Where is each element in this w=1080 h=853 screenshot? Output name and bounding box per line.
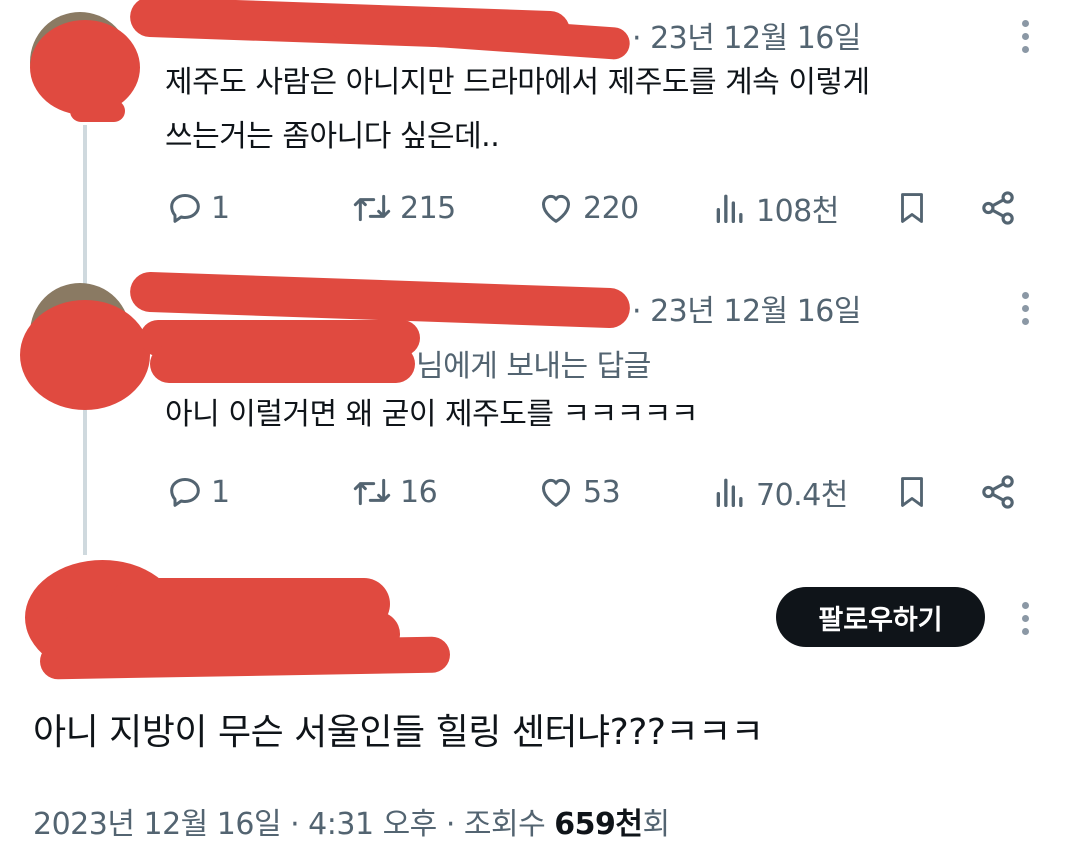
views-count: 108천 <box>756 194 839 229</box>
thread-line <box>83 395 87 555</box>
views-count: 70.4천 <box>756 478 848 513</box>
like-icon <box>535 188 577 228</box>
redaction-mark <box>70 100 125 122</box>
views-button[interactable]: 108천 <box>710 183 839 233</box>
repost-icon <box>350 472 394 512</box>
more-icon[interactable] <box>1022 20 1030 59</box>
reply-count: 1 <box>211 190 230 226</box>
views-button[interactable]: 70.4천 <box>710 467 848 517</box>
like-icon <box>535 472 577 512</box>
repost-count: 16 <box>400 474 438 510</box>
reply-icon <box>165 188 205 228</box>
views-icon <box>710 472 750 512</box>
share-button[interactable] <box>977 183 1019 233</box>
reply-text-line: 쓰는거는 좀아니다 싶은데.. <box>165 119 500 154</box>
like-count: 220 <box>583 190 639 226</box>
view-count: 659천 <box>554 807 643 842</box>
views-icon <box>710 188 750 228</box>
post-meta: 2023년 12월 16일 · 4:31 오후 · 조회수 659천회 <box>33 799 670 843</box>
reply-text-line: 아니 이럴거면 왜 굳이 제주도를 ㅋㅋㅋㅋㅋ <box>165 397 698 432</box>
reply-text-line: 제주도 사람은 아니지만 드라마에서 제주도를 계속 이렇게 <box>165 65 870 100</box>
repost-icon <box>350 188 394 228</box>
reply-date[interactable]: · 23년 12월 16일 <box>632 13 861 57</box>
post-text: 아니 지방이 무슨 서울인들 힐링 센터냐???ㅋㅋㅋ <box>33 712 764 753</box>
like-count: 53 <box>583 474 621 510</box>
reply-button[interactable]: 1 <box>165 183 230 233</box>
repost-button[interactable]: 215 <box>350 183 456 233</box>
redaction-mark <box>39 636 451 680</box>
repost-button[interactable]: 16 <box>350 467 438 517</box>
reply-icon <box>165 472 205 512</box>
more-icon[interactable] <box>1022 292 1030 331</box>
bookmark-icon <box>893 187 931 229</box>
reply-date[interactable]: · 23년 12월 16일 <box>632 286 861 330</box>
bookmark-button[interactable] <box>893 467 931 517</box>
reply-button[interactable]: 1 <box>165 467 230 517</box>
redaction-mark <box>20 300 150 410</box>
action-bar: 1 215 220 108천 <box>165 183 1025 233</box>
share-button[interactable] <box>977 467 1019 517</box>
bookmark-icon <box>893 471 931 513</box>
redaction-mark <box>150 345 415 383</box>
share-icon <box>977 187 1019 229</box>
repost-count: 215 <box>400 190 456 226</box>
like-button[interactable]: 220 <box>535 183 639 233</box>
more-icon[interactable] <box>1022 602 1030 641</box>
share-icon <box>977 471 1019 513</box>
follow-button[interactable]: 팔로우하기 <box>776 587 985 647</box>
like-button[interactable]: 53 <box>535 467 621 517</box>
reply-to-label[interactable]: 님에게 보내는 답글 <box>416 341 651 385</box>
reply-count: 1 <box>211 474 230 510</box>
action-bar: 1 16 53 70.4천 <box>165 467 1025 517</box>
bookmark-button[interactable] <box>893 183 931 233</box>
post-timestamp[interactable]: 2023년 12월 16일 · 4:31 오후 · 조회수 <box>33 807 554 842</box>
view-count-suffix: 회 <box>642 807 670 842</box>
thread-line <box>83 125 87 285</box>
